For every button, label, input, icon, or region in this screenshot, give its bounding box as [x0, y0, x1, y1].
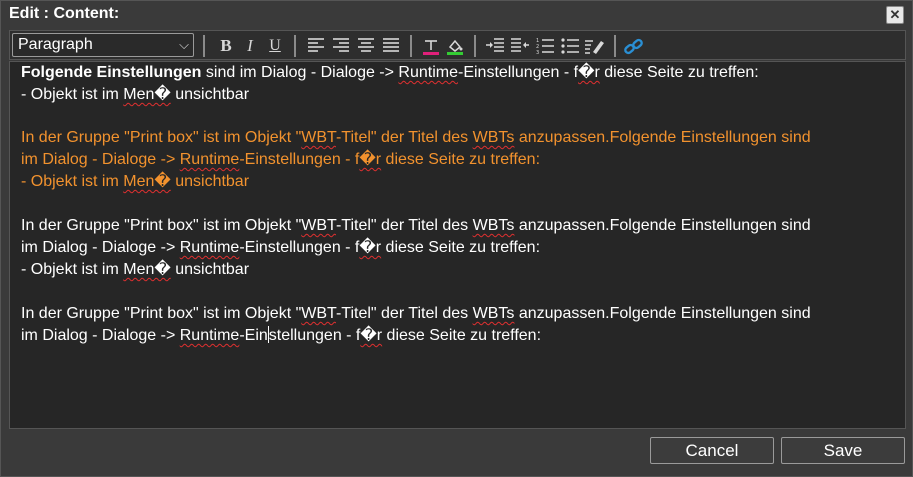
paragraph-format-value: Paragraph	[18, 36, 93, 53]
numbered-list-icon[interactable]: 123	[534, 34, 556, 58]
font-color-icon[interactable]	[420, 34, 442, 58]
svg-text:3: 3	[536, 50, 539, 54]
toolbar-divider	[410, 35, 412, 57]
paragraph-format-select[interactable]: Paragraph ⌵	[12, 33, 194, 57]
align-center-icon[interactable]	[355, 34, 377, 58]
toolbar-divider	[294, 35, 296, 57]
save-button[interactable]: Save	[781, 437, 905, 464]
underline-icon[interactable]: U	[265, 34, 285, 58]
editor-toolbar: Paragraph ⌵ B I U 1 2 3	[9, 30, 906, 60]
editor-paragraph: In der Gruppe "Print box" ist im Objekt …	[21, 217, 811, 278]
chevron-down-icon: ⌵	[179, 37, 189, 52]
outdent-icon[interactable]	[509, 34, 531, 58]
toolbar-divider	[203, 35, 205, 57]
dialog-titlebar[interactable]: Edit : Content: ✕	[1, 1, 912, 29]
bold-icon[interactable]: B	[216, 34, 236, 58]
bullet-list-icon[interactable]	[559, 34, 581, 58]
align-right-icon[interactable]	[330, 34, 352, 58]
toolbar-divider	[474, 35, 476, 57]
close-icon[interactable]: ✕	[886, 6, 904, 24]
toolbar-divider	[614, 35, 616, 57]
align-left-icon[interactable]	[305, 34, 327, 58]
dialog-title: Edit : Content:	[9, 5, 120, 22]
editor-paragraph-highlighted: In der Gruppe "Print box" ist im Objekt …	[21, 129, 811, 190]
indent-icon[interactable]	[484, 34, 506, 58]
link-icon[interactable]	[622, 34, 646, 58]
editor-paragraph: Folgende Einstellungen sind im Dialog - …	[21, 64, 759, 103]
remove-format-icon[interactable]	[584, 34, 606, 58]
align-justify-icon[interactable]	[380, 34, 402, 58]
italic-icon[interactable]: I	[240, 34, 260, 58]
content-editor[interactable]: Folgende Einstellungen sind im Dialog - …	[9, 61, 906, 429]
dialog-footer: Cancel Save	[1, 430, 912, 476]
editor-paragraph: In der Gruppe "Print box" ist im Objekt …	[21, 305, 811, 344]
bold-text: Folgende Einstellungen	[21, 64, 202, 81]
edit-content-dialog: Edit : Content: ✕ Paragraph ⌵ B I U 1 2 …	[0, 0, 913, 477]
cancel-button[interactable]: Cancel	[650, 437, 774, 464]
background-color-icon[interactable]	[444, 34, 466, 58]
